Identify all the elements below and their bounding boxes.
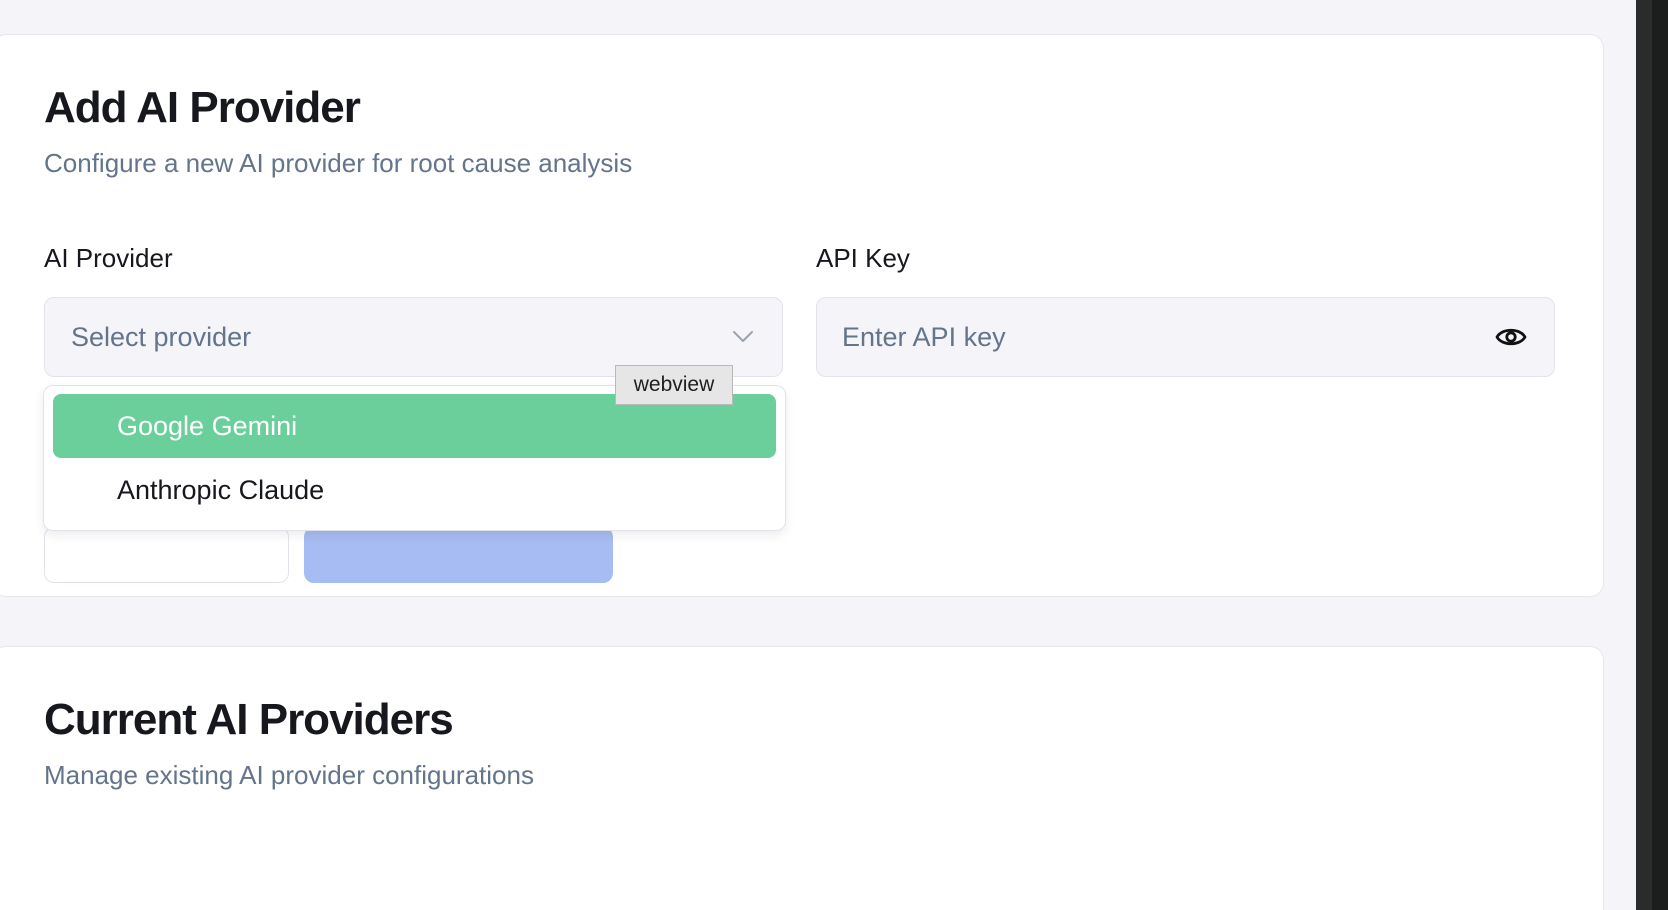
window-edge: [1636, 0, 1668, 910]
page: Add AI Provider Configure a new AI provi…: [0, 0, 1668, 910]
current-providers-subtitle: Manage existing AI provider configuratio…: [44, 760, 534, 790]
add-provider-subtitle: Configure a new AI provider for root cau…: [44, 148, 633, 178]
chevron-down-icon: [730, 324, 756, 350]
api-key-label: API Key: [816, 243, 910, 273]
current-providers-card: Current AI Providers Manage existing AI …: [0, 646, 1604, 910]
add-provider-title: Add AI Provider: [44, 83, 361, 132]
webview-tooltip: webview: [615, 365, 733, 405]
api-key-input[interactable]: [842, 321, 1442, 353]
provider-label: AI Provider: [44, 243, 173, 273]
api-key-field: [816, 297, 1555, 377]
option-anthropic-claude[interactable]: Anthropic Claude: [53, 458, 776, 522]
provider-dropdown-menu: Google Gemini Anthropic Claude: [43, 385, 786, 531]
eye-icon[interactable]: [1493, 319, 1529, 355]
provider-select-value: Select provider: [71, 321, 252, 352]
add-provider-button[interactable]: [304, 527, 613, 583]
cancel-button[interactable]: [44, 527, 289, 583]
current-providers-title: Current AI Providers: [44, 695, 454, 744]
